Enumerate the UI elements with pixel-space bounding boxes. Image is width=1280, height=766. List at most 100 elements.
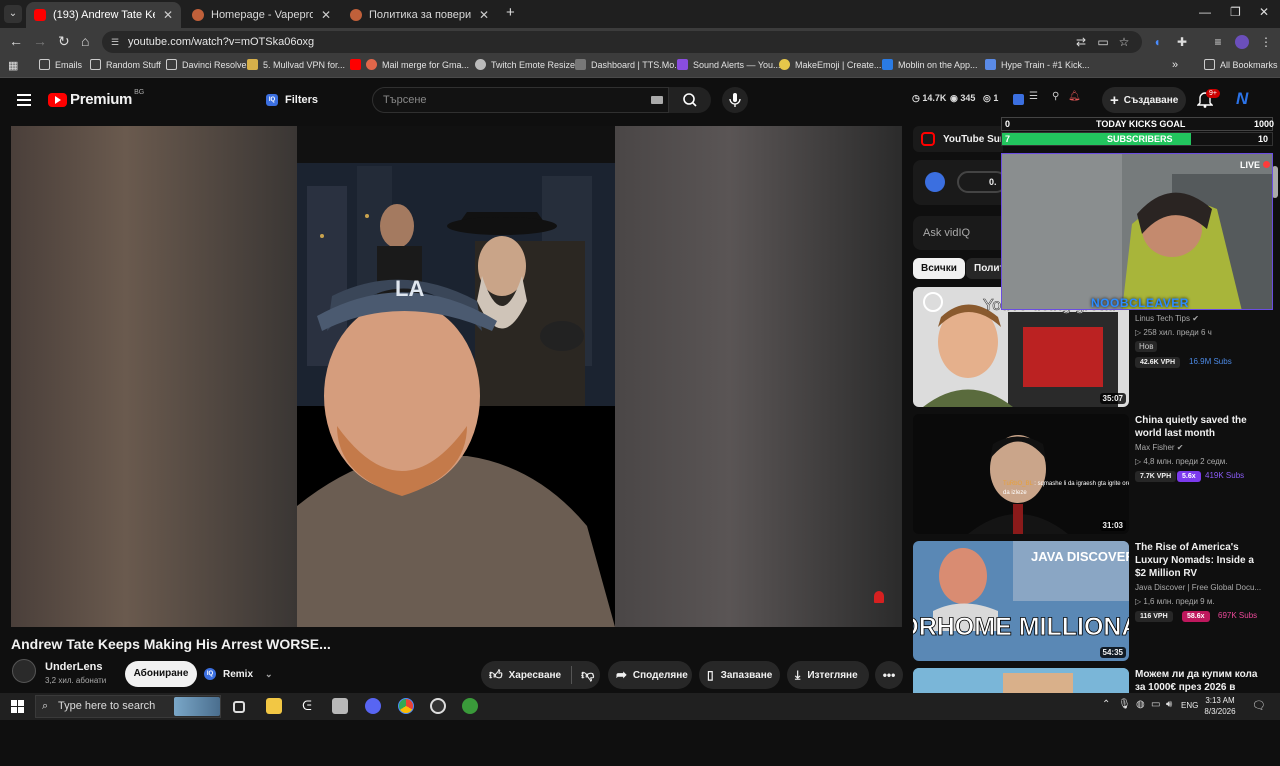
video-title: Andrew Tate Keeps Making His Arrest WORS…	[11, 636, 331, 652]
search-input[interactable]: Търсене	[372, 87, 669, 113]
recommendation-item[interactable]: Можем ли да купим кола за 1000€ през 202…	[913, 668, 1273, 693]
channel-avatar[interactable]	[12, 659, 36, 683]
all-bookmarks[interactable]: All Bookmarks	[1204, 59, 1278, 70]
bookmark-mullvad[interactable]: 5. Mullvad VPN for...	[247, 59, 345, 70]
new-tab-icon[interactable]: +	[506, 4, 515, 21]
volume-icon[interactable]: 🔊︎	[1166, 699, 1172, 710]
bookmark-davinci[interactable]: Davinci Resolve	[166, 59, 247, 70]
channel-name[interactable]: Java Discover | Free Global Docu...	[1135, 583, 1261, 592]
system-clock[interactable]: 3:13 AM 8/3/2026	[1195, 695, 1245, 717]
video-player[interactable]: LA	[11, 126, 902, 627]
bookmark-mail-merge[interactable]: Mail merge for Gma...	[350, 59, 469, 70]
ask-vidiq-input[interactable]: Ask vidIQ	[913, 216, 1003, 250]
install-app-icon[interactable]: ▭	[1096, 35, 1110, 49]
browser-tab-bar: ⌄ (193) Andrew Tate Keeps Making ✕ Homep…	[0, 0, 1280, 28]
bookmark-star-icon[interactable]: ☆	[1117, 35, 1131, 49]
extension-icon[interactable]: ◖	[1150, 35, 1164, 49]
download-button[interactable]: ⤓ Изтегляне	[787, 661, 869, 689]
app-tray-icon[interactable]: ◍	[1136, 699, 1145, 710]
site-info-icon[interactable]: ☰	[111, 31, 119, 53]
chrome-icon[interactable]	[398, 698, 414, 714]
bookmark-makeemoji[interactable]: MakeEmoji | Create...	[779, 59, 881, 70]
file-explorer-icon[interactable]	[266, 698, 282, 714]
back-icon[interactable]: ←	[9, 33, 23, 49]
voice-search-button[interactable]	[722, 87, 748, 113]
tab-list-dropdown-icon[interactable]: ⌄	[4, 5, 22, 23]
reading-list-icon[interactable]: ≡	[1211, 35, 1225, 49]
like-button[interactable]: 👍︎ Харесване	[481, 661, 561, 689]
pin-icon[interactable]: ⚲	[1052, 91, 1059, 102]
create-button[interactable]: + Създаване	[1102, 87, 1186, 113]
tab-close-icon[interactable]: ✕	[479, 8, 489, 22]
youtube-summit-banner[interactable]: YouTube Summit	[913, 126, 1003, 152]
channel-name[interactable]: Max Fisher ✔	[1135, 443, 1184, 452]
tab-title: Политика за поверителност и	[369, 9, 471, 21]
channel-name[interactable]: UnderLens	[45, 661, 102, 673]
windows-start-icon[interactable]	[11, 700, 24, 713]
vidiq-remix-button[interactable]: IQ Remix ⌄	[204, 662, 273, 686]
search-button[interactable]	[669, 87, 711, 113]
obs-icon[interactable]	[430, 698, 446, 714]
bookmark-sound-alerts[interactable]: Sound Alerts — You...	[677, 59, 781, 70]
video-duration: 35:07	[1099, 393, 1126, 404]
discord-icon[interactable]	[365, 698, 381, 714]
app-c-icon[interactable]: ᕮ	[299, 698, 315, 714]
account-avatar[interactable]: N	[1236, 89, 1248, 109]
vidiq-filters-button[interactable]: IQ Filters	[266, 88, 318, 112]
youtube-premium-logo[interactable]: Premium BG	[48, 89, 144, 108]
video-title[interactable]: The Rise of America's Luxury Nomads: Ins…	[1135, 541, 1263, 580]
notification-center-icon[interactable]: 🗨︎	[1252, 699, 1266, 712]
network-icon[interactable]: ▭	[1151, 699, 1160, 710]
recommendation-item[interactable]: TuRbO_BL : sqmashe li da igraesh gta igr…	[913, 414, 1273, 534]
extensions-puzzle-icon[interactable]: ✚	[1175, 35, 1189, 49]
save-button[interactable]: ▯ Запазване	[699, 661, 780, 689]
microphone-tray-icon[interactable]: 🎙︎	[1118, 699, 1131, 710]
restore-icon[interactable]: ❐	[1230, 5, 1241, 19]
close-window-icon[interactable]: ✕	[1259, 5, 1269, 19]
app-folder-icon[interactable]	[332, 698, 348, 714]
share-button[interactable]: ➦ Споделяне	[608, 661, 692, 689]
chip-politics[interactable]: Политика	[966, 258, 1006, 279]
vidiq-icon	[925, 172, 945, 192]
task-view-icon[interactable]	[233, 701, 245, 713]
bookmark-random-stuff[interactable]: Random Stuff	[90, 59, 161, 70]
channel-name[interactable]: Linus Tech Tips ✔	[1135, 314, 1199, 323]
dislike-button[interactable]: 👎︎	[572, 667, 594, 683]
bookmark-emails[interactable]: Emails	[39, 59, 82, 70]
tab-close-icon[interactable]: ✕	[321, 8, 331, 22]
minimize-icon[interactable]: —	[1199, 5, 1211, 19]
browser-menu-icon[interactable]: ⋮	[1259, 35, 1273, 49]
video-title[interactable]: Можем ли да купим кола за 1000€ през 202…	[1135, 668, 1263, 693]
bookmark-moblin[interactable]: Moblin on the App...	[882, 59, 978, 70]
apps-grid-icon[interactable]: ▦	[8, 59, 18, 72]
bookmark-twitch-resizer[interactable]: Twitch Emote Resizer	[475, 59, 578, 70]
tab-vapepro[interactable]: Homepage - Vapepro ✕	[184, 2, 339, 28]
player-alert-icon[interactable]	[874, 591, 884, 603]
tab-close-icon[interactable]: ✕	[163, 8, 173, 22]
tab-privacy[interactable]: Политика за поверителност и ✕	[342, 2, 497, 28]
emoji-icon	[779, 59, 790, 70]
tray-overflow-icon[interactable]: ⌃	[1102, 699, 1110, 710]
vidiq-toolbar-icon[interactable]	[1013, 94, 1024, 105]
xbox-icon[interactable]	[462, 698, 478, 714]
alert-bell-icon[interactable]: 🔔︎	[1068, 91, 1081, 102]
checklist-icon[interactable]: ☰	[1029, 91, 1038, 102]
more-actions-button[interactable]: •••	[875, 661, 903, 689]
url-input[interactable]: ☰ youtube.com/watch?v=mOTSka06oxg	[102, 31, 1142, 53]
profile-avatar-icon[interactable]	[1235, 35, 1249, 49]
recommendation-item[interactable]: JAVA DISCOVER MOTORHOME MILLIONAIRES 54:…	[913, 541, 1273, 661]
subscribe-button[interactable]: Абониране	[125, 661, 197, 687]
bookmark-tts[interactable]: Dashboard | TTS.Mo...	[575, 59, 682, 70]
bookmarks-overflow-icon[interactable]: »	[1172, 59, 1178, 71]
keyboard-icon[interactable]	[651, 96, 663, 104]
video-title[interactable]: China quietly saved the world last month	[1135, 414, 1263, 440]
chip-all[interactable]: Всички	[913, 258, 965, 279]
tab-youtube[interactable]: (193) Andrew Tate Keeps Making ✕	[26, 2, 181, 28]
home-icon[interactable]: ⌂	[81, 33, 89, 49]
taskbar-search-input[interactable]: ⌕ Type here to search	[35, 695, 221, 718]
menu-hamburger-icon[interactable]	[17, 94, 31, 109]
reload-icon[interactable]: ↻	[58, 33, 70, 50]
translate-icon[interactable]: ⇄	[1074, 35, 1088, 49]
bookmark-hype-train[interactable]: Hype Train - #1 Kick...	[985, 59, 1090, 70]
forward-icon[interactable]: →	[33, 33, 47, 49]
